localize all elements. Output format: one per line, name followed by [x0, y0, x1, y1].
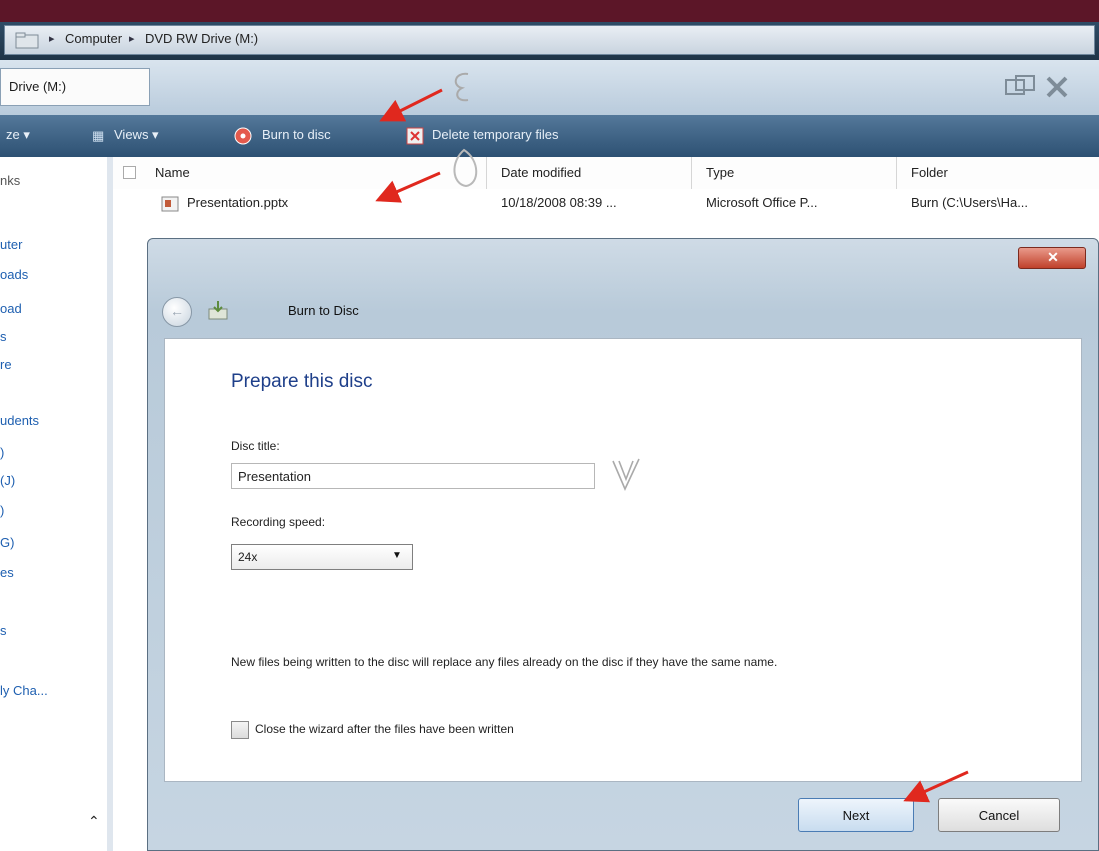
column-divider[interactable] — [486, 157, 487, 189]
column-type[interactable]: Type — [706, 165, 734, 180]
nav-item-downloads[interactable]: oads — [0, 267, 28, 282]
select-all-checkbox[interactable] — [123, 166, 136, 179]
address-bar-row: ▸ Computer ▸ DVD RW Drive (M:) — [0, 22, 1099, 60]
close-icon — [1046, 76, 1068, 98]
dialog-content: Prepare this disc Disc title: Recording … — [164, 338, 1082, 782]
organize-button[interactable]: ze ▾ — [6, 127, 30, 143]
nav-favorite-links[interactable]: nks — [0, 173, 20, 188]
views-icon: ▦ — [92, 128, 105, 143]
chevron-up-icon: ⌃ — [88, 813, 100, 829]
file-date: 10/18/2008 08:39 ... — [501, 195, 617, 210]
breadcrumb-computer[interactable]: Computer — [65, 31, 122, 46]
views-button[interactable]: Views ▾ — [114, 127, 159, 143]
dialog-close-button[interactable]: ✕ — [1018, 247, 1086, 269]
recording-speed-value: 24x — [238, 550, 258, 564]
column-divider[interactable] — [691, 157, 692, 189]
burn-to-disc-button[interactable]: Burn to disc — [262, 127, 331, 142]
dialog-title: Burn to Disc — [288, 303, 359, 318]
column-date-modified[interactable]: Date modified — [501, 165, 581, 180]
disc-title-input[interactable] — [231, 463, 595, 489]
recording-speed-select[interactable]: 24x ▼ — [231, 544, 413, 570]
file-name[interactable]: Presentation.pptx — [187, 195, 288, 210]
breadcrumb-separator: ▸ — [49, 33, 55, 45]
file-folder: Burn (C:\Users\Ha... — [911, 195, 1029, 210]
annotation-mark-icon — [612, 458, 640, 491]
back-button[interactable]: ← — [162, 297, 192, 327]
column-header-row: Name Date modified Type Folder — [113, 157, 1099, 190]
cancel-button[interactable]: Cancel — [938, 798, 1060, 832]
nav-item-students[interactable]: udents — [0, 413, 39, 428]
nav-item-drive-g[interactable]: G) — [0, 535, 14, 550]
chevron-down-icon: ▼ — [392, 550, 402, 561]
next-button[interactable]: Next — [798, 798, 914, 832]
overwrite-note: New files being written to the disc will… — [231, 655, 778, 669]
burn-to-disc-dialog: ✕ ← Burn to Disc Prepare this disc Disc … — [147, 238, 1099, 851]
nav-item[interactable]: es — [0, 565, 14, 580]
page-title: Prepare this disc — [231, 371, 373, 392]
table-row[interactable]: Presentation.pptx 10/18/2008 08:39 ... M… — [113, 189, 1099, 219]
nav-item[interactable]: re — [0, 357, 12, 372]
column-name[interactable]: Name — [155, 165, 190, 180]
tab-label: Drive (M:) — [9, 79, 67, 94]
navigation-pane: nks uter oads oad s re udents ) (J) ) G)… — [0, 157, 107, 851]
nav-item-download[interactable]: oad — [0, 301, 22, 316]
delete-temporary-files-button[interactable]: Delete temporary files — [432, 127, 558, 142]
file-type: Microsoft Office P... — [706, 195, 818, 210]
breadcrumb-separator: ▸ — [129, 33, 135, 45]
pptx-file-icon — [161, 196, 179, 212]
nav-item[interactable]: s — [0, 623, 7, 638]
window-controls[interactable] — [1002, 74, 1099, 104]
title-strip — [0, 0, 1099, 22]
command-toolbar: ze ▾ ▦ Views ▾ Burn to disc Delete tempo… — [0, 115, 1099, 157]
tab-dvd-drive[interactable]: Drive (M:) — [0, 68, 150, 106]
column-folder[interactable]: Folder — [911, 165, 948, 180]
nav-item-recently-changed[interactable]: ly Cha... — [0, 683, 48, 698]
back-arrow-icon: ← — [170, 303, 184, 319]
nav-item[interactable]: s — [0, 329, 7, 344]
column-divider[interactable] — [896, 157, 897, 189]
tab-row: Drive (M:) — [0, 60, 1099, 115]
nav-item-drive-j[interactable]: (J) — [0, 473, 15, 488]
breadcrumb-dvd-drive[interactable]: DVD RW Drive (M:) — [145, 31, 258, 46]
delete-files-icon — [406, 127, 424, 145]
folders-toggle[interactable]: ⌃ — [4, 805, 107, 845]
address-bar[interactable]: ▸ Computer ▸ DVD RW Drive (M:) — [4, 25, 1095, 55]
nav-item-drive[interactable]: ) — [0, 445, 4, 460]
annotation-mark-icon — [454, 72, 469, 102]
folder-icon — [15, 32, 39, 49]
close-wizard-label[interactable]: Close the wizard after the files have be… — [255, 722, 514, 736]
burn-disc-icon — [234, 127, 252, 145]
close-wizard-checkbox[interactable] — [231, 721, 249, 739]
nav-item-drive[interactable]: ) — [0, 503, 4, 518]
recording-speed-label: Recording speed: — [231, 515, 326, 529]
burn-disc-icon — [208, 301, 228, 320]
nav-item-computer[interactable]: uter — [0, 237, 22, 252]
close-icon: ✕ — [1047, 249, 1059, 265]
disc-title-label: Disc title: — [231, 439, 280, 453]
